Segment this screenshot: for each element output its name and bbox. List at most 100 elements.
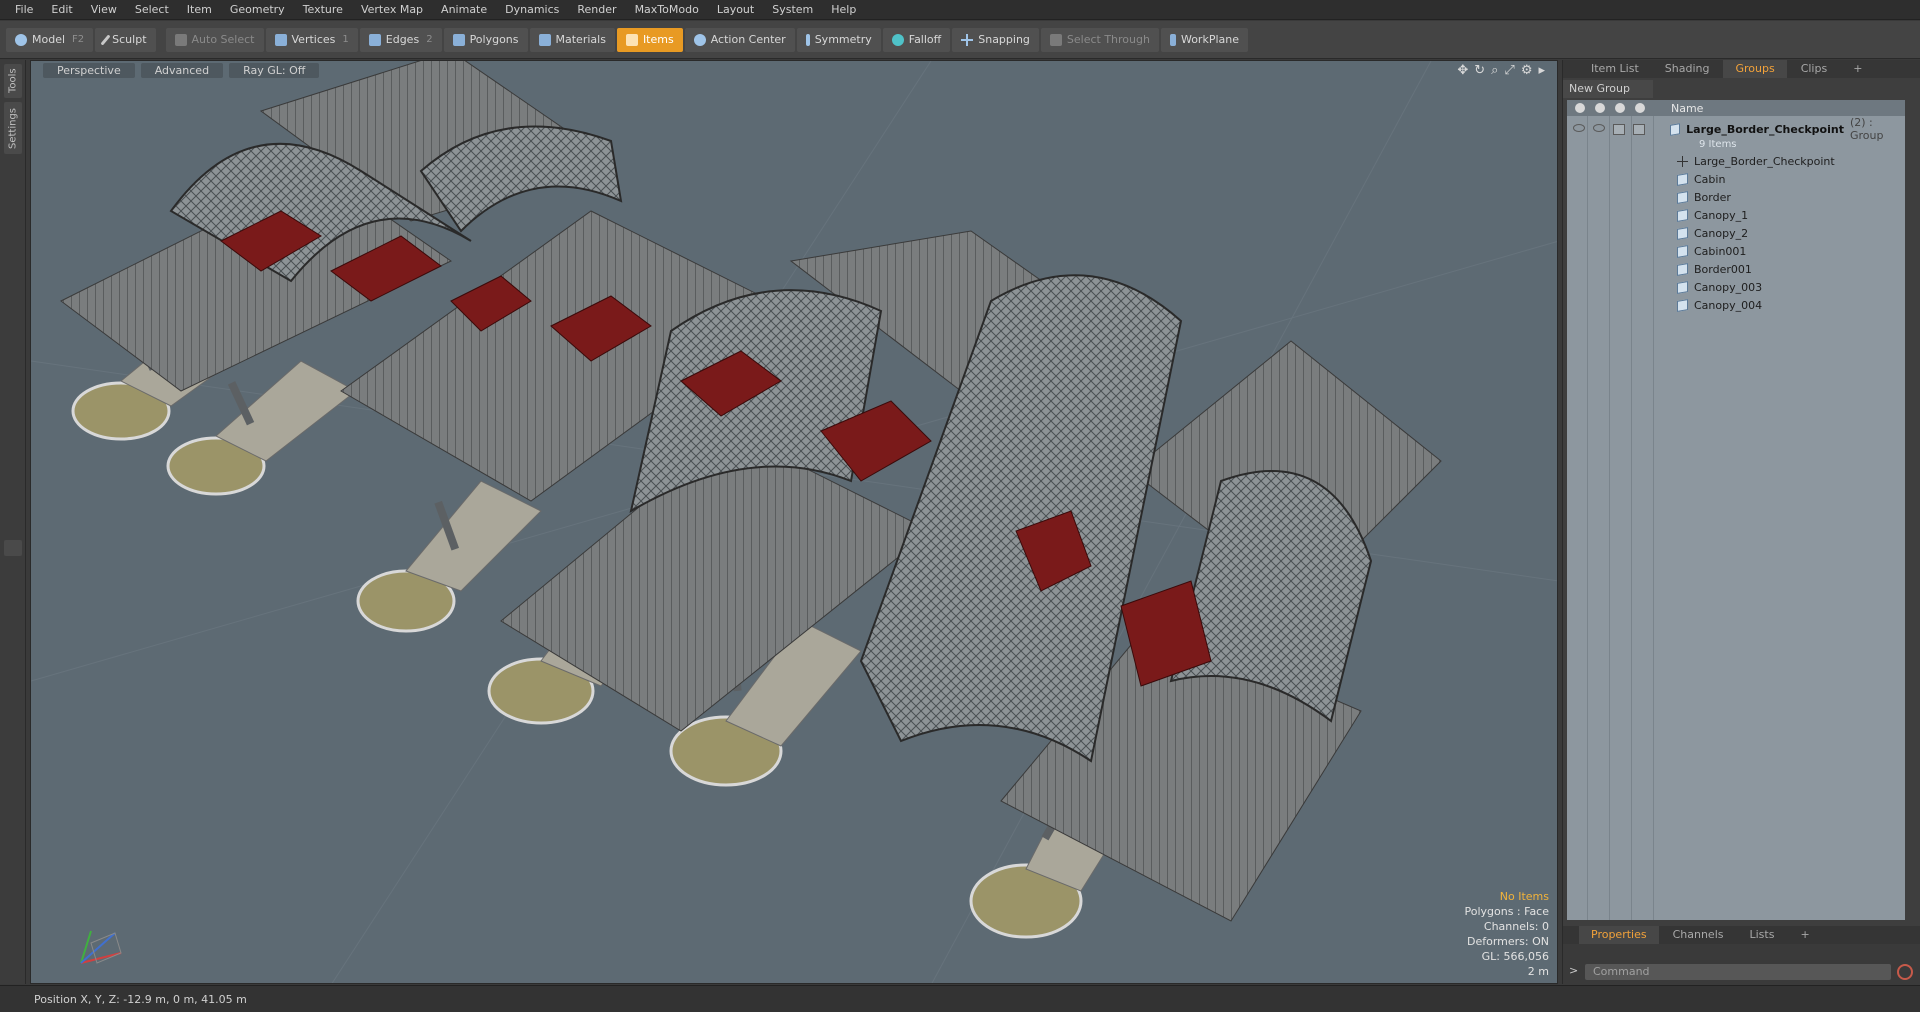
- list-header: Name: [1567, 100, 1905, 116]
- command-history-button[interactable]: [1897, 964, 1913, 980]
- snapping-icon: [961, 33, 974, 46]
- panel-tabs: Item List Shading Groups Clips +: [1563, 60, 1920, 78]
- locator-icon: [1677, 155, 1688, 167]
- 3d-viewport[interactable]: Perspective Advanced Ray GL: Off ✥ ↻ ⌕ ⤢…: [30, 60, 1558, 984]
- list-item[interactable]: Border001: [1567, 260, 1905, 278]
- tab-settings[interactable]: Settings: [4, 102, 22, 154]
- menu-animate[interactable]: Animate: [432, 0, 496, 20]
- tab-channels[interactable]: Channels: [1661, 926, 1736, 944]
- select-through-icon: [1049, 33, 1062, 46]
- left-collapse-handle[interactable]: [4, 540, 22, 556]
- position-readout: Position X, Y, Z: -12.9 m, 0 m, 41.05 m: [34, 992, 247, 1006]
- list-item[interactable]: Canopy_004: [1567, 296, 1905, 314]
- pan-icon[interactable]: ✥: [1457, 63, 1468, 78]
- column-name-header[interactable]: Name: [1671, 102, 1703, 115]
- tab-item-list[interactable]: Item List: [1579, 60, 1651, 78]
- list-item[interactable]: Canopy_1: [1567, 206, 1905, 224]
- mesh-icon: [1677, 298, 1688, 312]
- tab-groups[interactable]: Groups: [1723, 60, 1787, 78]
- menu-render[interactable]: Render: [568, 0, 625, 20]
- symmetry-button[interactable]: Symmetry: [796, 27, 881, 52]
- list-item[interactable]: Cabin: [1567, 170, 1905, 188]
- menu-vertex-map[interactable]: Vertex Map: [352, 0, 432, 20]
- render-column-icon[interactable]: [1595, 103, 1605, 113]
- workplane-button[interactable]: WorkPlane: [1160, 27, 1248, 52]
- mesh-icon: [1677, 226, 1688, 240]
- snapping-button[interactable]: Snapping: [952, 27, 1039, 52]
- shading-mode-dropdown[interactable]: Advanced: [140, 62, 224, 78]
- list-item[interactable]: Cabin001: [1567, 242, 1905, 260]
- tab-clips[interactable]: Clips: [1789, 60, 1840, 78]
- scene-render: [31, 61, 1557, 983]
- polygons-info: Polygons : Face: [1464, 905, 1549, 918]
- mesh-icon: [1677, 280, 1688, 294]
- action-center-icon: [693, 33, 706, 46]
- add-bottom-tab-button[interactable]: +: [1788, 926, 1821, 944]
- tab-shading[interactable]: Shading: [1653, 60, 1722, 78]
- vertices-button[interactable]: Vertices 1: [265, 27, 358, 52]
- vertices-icon: [274, 33, 287, 46]
- menu-texture[interactable]: Texture: [294, 0, 352, 20]
- gl-info: GL: 566,056: [1481, 950, 1549, 963]
- lock-toggle[interactable]: [1613, 123, 1625, 135]
- model-button[interactable]: Model F2: [6, 27, 94, 52]
- menu-file[interactable]: File: [6, 0, 42, 20]
- gear-icon[interactable]: ⚙: [1521, 63, 1533, 78]
- command-input[interactable]: Command: [1585, 964, 1891, 980]
- group-suffix: (2) : Group: [1849, 116, 1884, 142]
- materials-button[interactable]: Materials: [529, 27, 615, 52]
- menu-select[interactable]: Select: [126, 0, 178, 20]
- groups-list: Name Large_Border_Checkpoint (2) : Group…: [1567, 100, 1905, 920]
- list-item[interactable]: Border: [1567, 188, 1905, 206]
- menu-system[interactable]: System: [763, 0, 822, 20]
- select-through-button[interactable]: Select Through: [1040, 27, 1159, 52]
- visibility-toggle[interactable]: [1573, 123, 1585, 132]
- items-button[interactable]: Items: [616, 27, 683, 52]
- list-item[interactable]: Canopy_2: [1567, 224, 1905, 242]
- visibility-column-icon[interactable]: [1575, 103, 1585, 113]
- sculpt-button[interactable]: Sculpt: [95, 27, 156, 52]
- group-row[interactable]: Large_Border_Checkpoint (2) : Group: [1567, 116, 1905, 142]
- maximize-icon[interactable]: ⤢: [1504, 63, 1514, 78]
- deformers-info: Deformers: ON: [1467, 935, 1549, 948]
- items-icon: [625, 33, 638, 46]
- axis-gizmo: [80, 930, 122, 964]
- arrow-right-icon[interactable]: ▸: [1538, 63, 1545, 78]
- tab-lists[interactable]: Lists: [1738, 926, 1787, 944]
- tab-properties[interactable]: Properties: [1579, 926, 1659, 944]
- select-column-icon[interactable]: [1635, 103, 1645, 113]
- edges-button[interactable]: Edges 2: [359, 27, 442, 52]
- menu-item[interactable]: Item: [178, 0, 221, 20]
- group-name: Large_Border_Checkpoint: [1686, 122, 1844, 136]
- action-center-button[interactable]: Action Center: [684, 27, 795, 52]
- add-tab-button[interactable]: +: [1841, 60, 1874, 78]
- select-toggle[interactable]: [1633, 123, 1645, 135]
- new-group-button[interactable]: New Group: [1563, 80, 1653, 98]
- mesh-icon: [1677, 172, 1688, 186]
- menu-maxtomodo[interactable]: MaxToModo: [626, 0, 708, 20]
- menu-view[interactable]: View: [82, 0, 126, 20]
- menu-layout[interactable]: Layout: [708, 0, 763, 20]
- properties-panel: Properties Channels Lists + > Command: [1563, 926, 1920, 984]
- mesh-icon: [1677, 244, 1688, 258]
- viewport-nav-icons: ✥ ↻ ⌕ ⤢ ⚙ ▸: [1457, 63, 1545, 78]
- raygl-toggle[interactable]: Ray GL: Off: [229, 62, 320, 78]
- rotate-icon[interactable]: ↻: [1474, 63, 1485, 78]
- view-mode-dropdown[interactable]: Perspective: [43, 62, 135, 78]
- polygons-icon: [452, 33, 465, 46]
- mesh-icon: [1677, 190, 1688, 204]
- tab-tools[interactable]: Tools: [4, 64, 22, 98]
- list-item[interactable]: Large_Border_Checkpoint: [1567, 152, 1905, 170]
- polygons-button[interactable]: Polygons: [443, 27, 528, 52]
- menu-geometry[interactable]: Geometry: [221, 0, 294, 20]
- channels-info: Channels: 0: [1483, 920, 1549, 933]
- lock-column-icon[interactable]: [1615, 103, 1625, 113]
- list-item[interactable]: Canopy_003: [1567, 278, 1905, 296]
- zoom-icon[interactable]: ⌕: [1491, 63, 1498, 78]
- menu-edit[interactable]: Edit: [42, 0, 81, 20]
- menu-dynamics[interactable]: Dynamics: [496, 0, 568, 20]
- falloff-button[interactable]: Falloff: [882, 27, 951, 52]
- auto-select-button[interactable]: Auto Select: [165, 27, 264, 52]
- menu-help[interactable]: Help: [822, 0, 865, 20]
- render-toggle[interactable]: [1593, 123, 1605, 132]
